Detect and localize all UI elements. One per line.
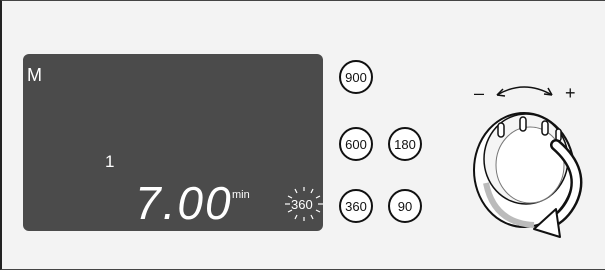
dial-plus-label: + (565, 83, 576, 103)
control-panel: M 1 7.00 min 360 900 600 180 360 90 – + (0, 0, 605, 270)
power-90-button[interactable]: 90 (388, 189, 422, 223)
selected-power-readout: 360 (291, 197, 313, 212)
lcd-display: M 1 7.00 min 360 (23, 54, 323, 231)
dial-minus-label: – (474, 83, 484, 103)
power-600-button[interactable]: 600 (339, 127, 373, 161)
time-unit: min (232, 189, 250, 201)
rotate-both-ways-icon (496, 86, 553, 97)
power-900-button[interactable]: 900 (339, 60, 373, 94)
rotary-dial[interactable]: – + (464, 73, 604, 243)
mode-indicator: M (27, 65, 42, 85)
rotary-dial-graphic: – + (473, 83, 583, 238)
time-readout: 7.00 (135, 177, 233, 229)
power-180-button[interactable]: 180 (388, 127, 422, 161)
power-360-button[interactable]: 360 (339, 189, 373, 223)
lcd-content: M 1 7.00 min 360 (27, 65, 323, 229)
level-indicator: 1 (105, 152, 114, 171)
